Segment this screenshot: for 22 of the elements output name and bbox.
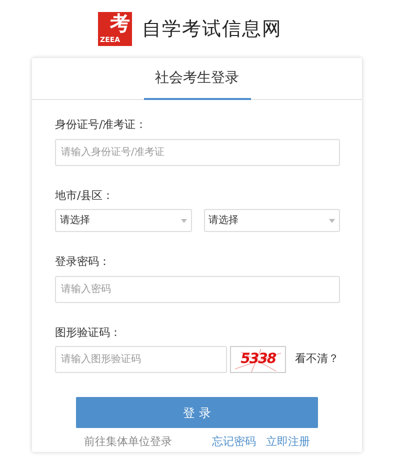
login-button[interactable]: 登 录 xyxy=(76,397,318,428)
refresh-captcha-link[interactable]: 看不清？ xyxy=(295,351,339,368)
logo-character: 考 xyxy=(110,13,130,33)
caret-icon xyxy=(329,218,335,222)
input-field[interactable]: 请输入密码 xyxy=(55,276,340,303)
site-title: 自学考试信息网 xyxy=(142,16,282,42)
login-tab[interactable]: 社会考生登录 xyxy=(144,58,250,100)
select-dropdown[interactable]: 请选择 xyxy=(55,209,192,232)
select-value: 请选择 xyxy=(208,214,238,228)
select-value: 请选择 xyxy=(60,214,90,228)
captcha-image[interactable]: 5338 xyxy=(230,346,286,373)
field-label: 身份证号/准考证： xyxy=(55,117,148,133)
input-field[interactable]: 请输入身份证号/准考证 xyxy=(55,139,340,166)
field-label: 图形验证码： xyxy=(55,325,122,341)
register-link[interactable]: 立即注册 xyxy=(266,434,310,450)
field-label: 登录密码： xyxy=(55,254,111,270)
forgot-password-link[interactable]: 忘记密码 xyxy=(212,434,256,450)
select-dropdown[interactable]: 请选择 xyxy=(204,209,340,232)
caret-icon xyxy=(180,218,186,222)
group-login-link[interactable]: 前往集体单位登录 xyxy=(84,434,172,450)
field-label: 地市/县区： xyxy=(55,188,115,204)
input-field[interactable]: 请输入图形验证码 xyxy=(55,346,228,373)
